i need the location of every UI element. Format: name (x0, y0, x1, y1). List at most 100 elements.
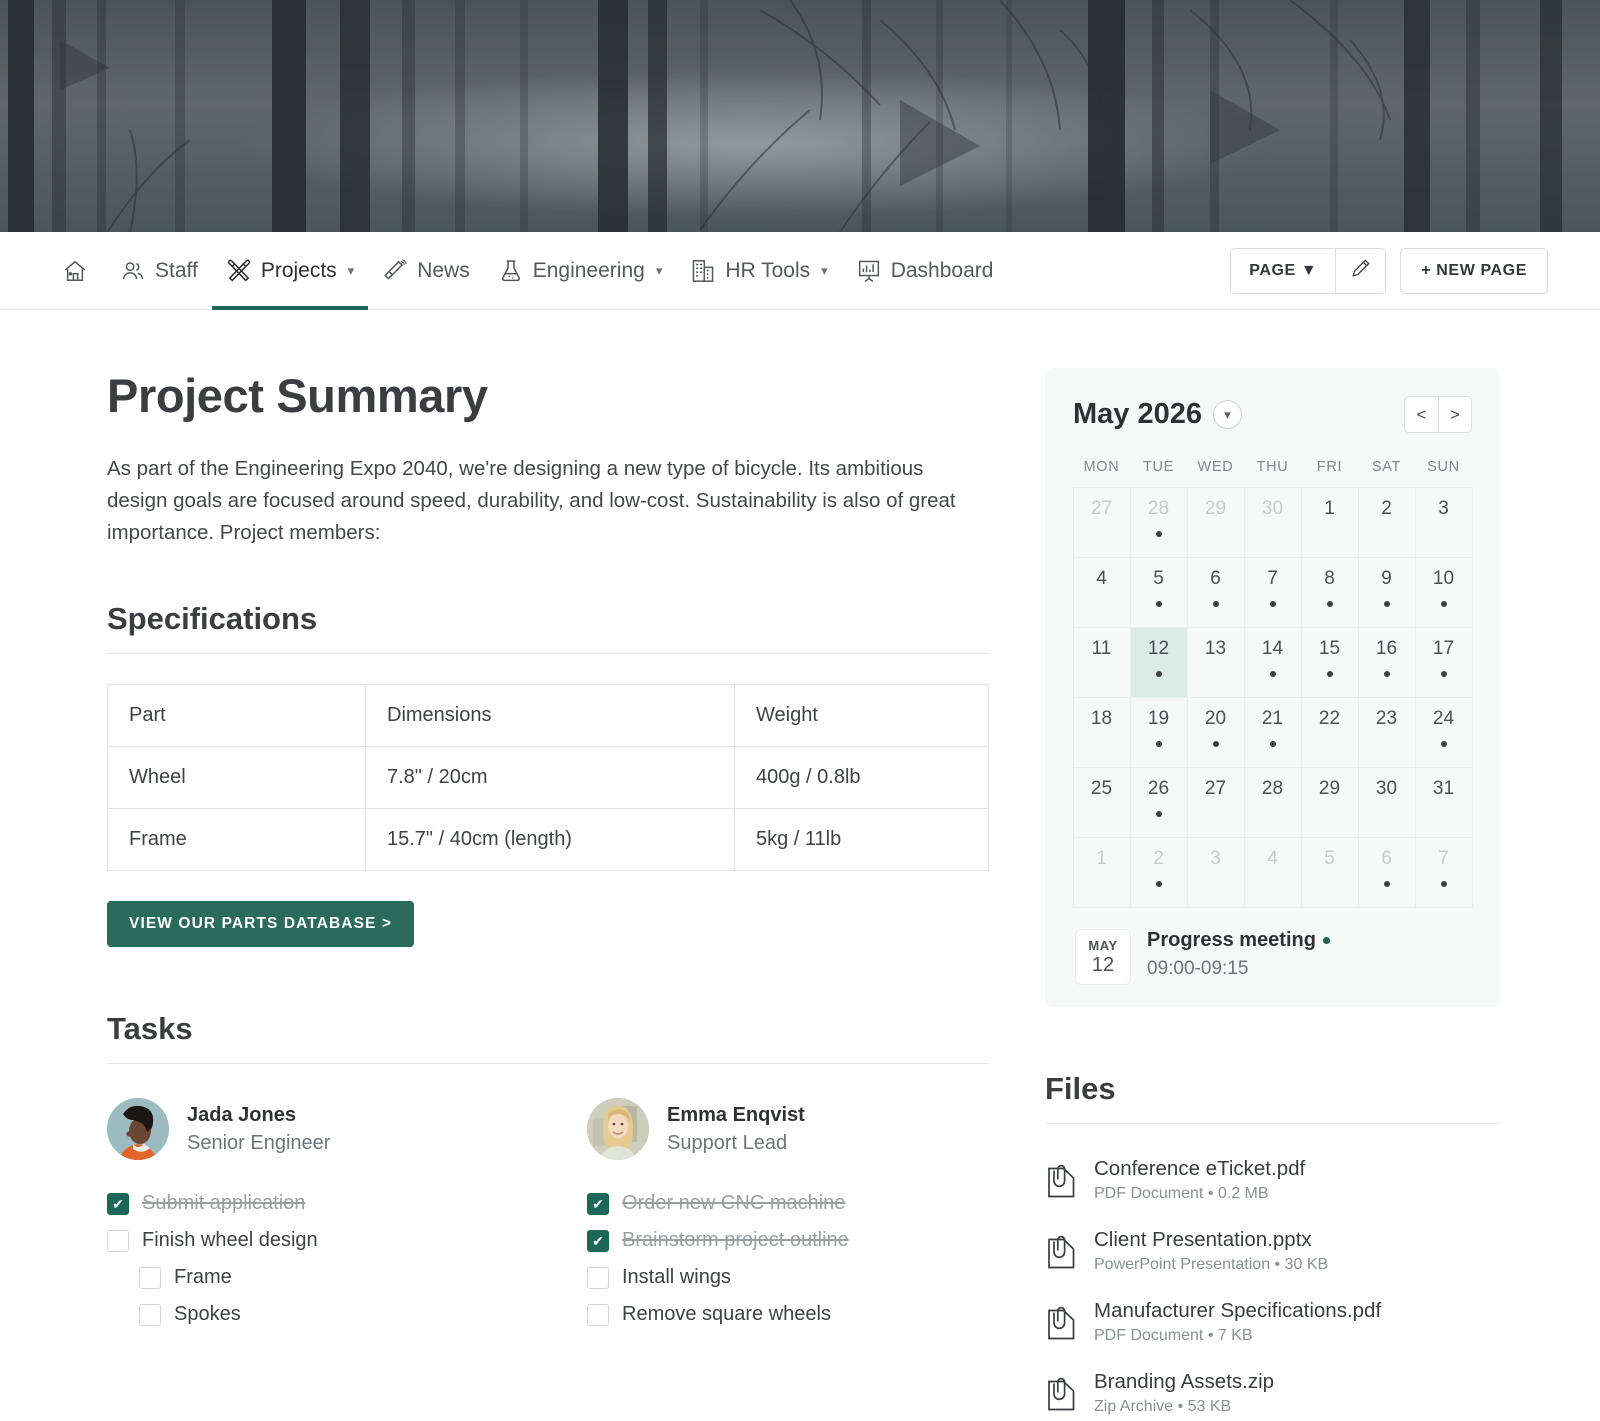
calendar-day-number: 31 (1432, 777, 1455, 799)
files-section: Files Conference eTicket.pdf PDF Document… (1045, 1071, 1500, 1416)
task-item[interactable]: Finish wheel design (107, 1229, 587, 1252)
calendar-day-cell[interactable]: 17 (1414, 626, 1473, 698)
calendar-day-cell[interactable]: 31 (1414, 766, 1473, 838)
calendar-day-cell[interactable]: 3 (1414, 486, 1473, 558)
calendar-day-cell[interactable]: 5 (1300, 836, 1359, 908)
file-item[interactable]: Manufacturer Specifications.pdf PDF Docum… (1045, 1299, 1500, 1345)
file-meta: PowerPoint Presentation • 30 KB (1094, 1256, 1329, 1273)
event-day: 12 (1091, 953, 1115, 976)
calendar-day-cell[interactable]: 27 (1186, 766, 1245, 838)
calendar-day-cell[interactable]: 27 (1072, 486, 1131, 558)
nav-item-staff[interactable]: Staff (106, 232, 212, 310)
calendar-event-item[interactable]: MAY 12 Progress meeting 09:00-09:15 (1073, 929, 1472, 985)
chevron-down-icon-projects: ▾ (347, 262, 355, 278)
calendar-event-dot-icon (1383, 670, 1390, 677)
calendar-day-cell[interactable]: 1 (1300, 486, 1359, 558)
calendar-day-cell[interactable]: 4 (1243, 836, 1302, 908)
calendar-day-number: 22 (1318, 707, 1341, 729)
calendar-day-cell[interactable]: 3 (1186, 836, 1245, 908)
calendar-day-cell[interactable]: 5 (1129, 556, 1188, 628)
calendar-day-cell[interactable]: 2 (1357, 486, 1416, 558)
edit-page-button[interactable] (1335, 248, 1386, 293)
view-parts-database-button[interactable]: VIEW OUR PARTS DATABASE > (107, 901, 415, 947)
calendar-day-cell[interactable]: 20 (1186, 696, 1245, 768)
task-item[interactable]: Order new CNC machine (587, 1192, 1067, 1215)
nav-item-engineering[interactable]: Engineering ▾ (484, 232, 677, 310)
calendar-day-cell[interactable]: 29 (1186, 486, 1245, 558)
calendar-day-cell[interactable]: 13 (1186, 626, 1245, 698)
calendar-day-cell[interactable]: 4 (1072, 556, 1131, 628)
task-item[interactable]: Remove square wheels (587, 1303, 1067, 1326)
calendar-day-cell[interactable]: 9 (1357, 556, 1416, 628)
task-item[interactable]: Brainstorm project outline (587, 1229, 1067, 1252)
calendar-day-cell[interactable]: 7 (1414, 836, 1473, 908)
calendar-day-number: 3 (1438, 497, 1449, 519)
task-checkbox[interactable] (587, 1192, 609, 1215)
calendar-day-cell[interactable]: 24 (1414, 696, 1473, 768)
calendar-day-cell[interactable]: 6 (1186, 556, 1245, 628)
calendar-day-cell[interactable]: 14 (1243, 626, 1302, 698)
task-checkbox[interactable] (587, 1303, 609, 1326)
calendar-event-dot-icon (1155, 880, 1162, 887)
calendar-day-cell[interactable]: 29 (1300, 766, 1359, 838)
calendar-day-cell[interactable]: 28 (1243, 766, 1302, 838)
nav-item-hr-tools[interactable]: HR Tools ▾ (676, 232, 841, 310)
nav-label-staff: Staff (155, 258, 198, 282)
new-page-button[interactable]: + NEW PAGE (1400, 247, 1548, 294)
calendar-event-dot-icon (1440, 880, 1447, 887)
calendar-day-cell[interactable]: 23 (1357, 696, 1416, 768)
file-info: Manufacturer Specifications.pdf PDF Docum… (1094, 1299, 1381, 1345)
calendar-next-button[interactable]: > (1438, 397, 1471, 432)
calendar-day-cell[interactable]: 25 (1072, 766, 1131, 838)
calendar-week-row: 1 2 3 4 5 6 7 (1072, 836, 1473, 908)
task-checkbox[interactable] (139, 1266, 161, 1289)
calendar-day-cell[interactable]: 12 (1129, 626, 1188, 698)
calendar-day-cell[interactable]: 15 (1300, 626, 1359, 698)
table-cell: 15.7" / 40cm (length) (365, 808, 735, 871)
task-checkbox[interactable] (139, 1303, 161, 1326)
calendar-event-dot-icon (1383, 880, 1390, 887)
chevron-down-icon-calendar[interactable]: ▾ (1213, 400, 1242, 429)
calendar-day-cell[interactable]: 28 (1129, 486, 1188, 558)
person-info: Emma Enqvist Support Lead (667, 1104, 805, 1155)
task-item[interactable]: Frame (107, 1266, 587, 1289)
calendar-day-cell[interactable]: 2 (1129, 836, 1188, 908)
calendar-day-cell[interactable]: 26 (1129, 766, 1188, 838)
calendar-day-cell[interactable]: 21 (1243, 696, 1302, 768)
calendar-day-cell[interactable]: 16 (1357, 626, 1416, 698)
calendar-prev-button[interactable]: < (1405, 397, 1438, 432)
calendar-day-cell[interactable]: 7 (1243, 556, 1302, 628)
nav-item-projects[interactable]: Projects ▾ (211, 232, 369, 310)
calendar-day-cell[interactable]: 19 (1129, 696, 1188, 768)
page-dropdown-button[interactable]: PAGE ▼ (1231, 248, 1336, 293)
task-item[interactable]: Install wings (587, 1266, 1067, 1289)
calendar-day-cell[interactable]: 1 (1072, 836, 1131, 908)
file-item[interactable]: Branding Assets.zip Zip Archive • 53 KB (1045, 1370, 1500, 1416)
nav-item-news[interactable]: News (368, 232, 484, 310)
task-checkbox[interactable] (587, 1266, 609, 1289)
task-checkbox[interactable] (107, 1192, 129, 1215)
nav-item-home[interactable] (62, 232, 106, 310)
task-checkbox[interactable] (107, 1229, 129, 1252)
calendar-day-cell[interactable]: 6 (1357, 836, 1416, 908)
page-actions-group: PAGE ▼ (1230, 247, 1387, 294)
task-item[interactable]: Submit application (107, 1192, 587, 1215)
calendar-day-cell[interactable]: 8 (1300, 556, 1359, 628)
calendar-day-cell[interactable]: 18 (1072, 696, 1131, 768)
file-item[interactable]: Conference eTicket.pdf PDF Document • 0.2… (1045, 1157, 1500, 1203)
calendar-day-cell[interactable]: 30 (1357, 766, 1416, 838)
calendar-day-cell[interactable]: 11 (1072, 626, 1131, 698)
task-label: Finish wheel design (142, 1229, 318, 1251)
file-item[interactable]: Client Presentation.pptx PowerPoint Prese… (1045, 1228, 1500, 1274)
files-list: Conference eTicket.pdf PDF Document • 0.2… (1045, 1157, 1500, 1416)
table-cell: 5kg / 11lb (734, 808, 989, 871)
calendar-event-dot-icon (1155, 530, 1162, 537)
calendar-event-dot-icon (1383, 600, 1390, 607)
calendar-day-cell[interactable]: 30 (1243, 486, 1302, 558)
calendar-day-cell[interactable]: 10 (1414, 556, 1473, 628)
task-item[interactable]: Spokes (107, 1303, 587, 1326)
nav-item-dashboard[interactable]: Dashboard (842, 232, 1008, 310)
calendar-day-cell[interactable]: 22 (1300, 696, 1359, 768)
task-checkbox[interactable] (587, 1229, 609, 1252)
calendar-nav-buttons: < > (1404, 396, 1472, 433)
